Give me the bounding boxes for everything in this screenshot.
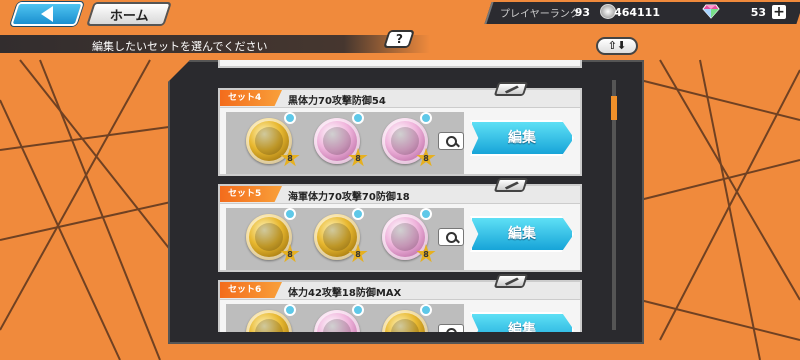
- set-card: セット5 海軍体力70攻撃70防御18 8 8 8 編集: [218, 178, 582, 272]
- medal-slots: 8 8 8: [226, 112, 464, 174]
- slot-info-icon: [352, 304, 364, 316]
- rename-set-button[interactable]: [493, 178, 529, 192]
- set-number-tag: セット5: [220, 186, 282, 202]
- edit-set-button[interactable]: 編集: [470, 216, 574, 252]
- magnify-icon[interactable]: [438, 228, 464, 246]
- player-rank-label: プレイヤーランク: [500, 8, 580, 20]
- edit-set-button[interactable]: 編集: [470, 312, 574, 332]
- slot-info-icon: [284, 304, 296, 316]
- back-arrow-icon: [41, 6, 53, 22]
- set-name: 黒体力70攻撃防御54: [288, 96, 386, 107]
- set-card-header: セット5 海軍体力70攻撃70防御18: [220, 186, 580, 204]
- player-rank-value: 93: [574, 5, 590, 19]
- set-card-header: セット6 体力42攻撃18防御MAX: [220, 282, 580, 300]
- buy-gems-button[interactable]: +: [772, 5, 786, 19]
- set-name: 海軍体力70攻撃70防御18: [288, 192, 410, 203]
- medal-slots: 8 8 8: [226, 304, 464, 332]
- slot-info-icon: [284, 208, 296, 220]
- home-button[interactable]: ホーム: [86, 2, 172, 26]
- help-icon: ?: [395, 32, 403, 46]
- slot-info-icon: [352, 112, 364, 124]
- set-card: セット4 黒体力70攻撃防御54 8 8 8 編集: [218, 82, 582, 176]
- gem-icon: [702, 4, 720, 19]
- gem-count: 53: [750, 5, 766, 19]
- sort-button[interactable]: ⇧⬇: [596, 37, 638, 55]
- medal-slots: 8 8 8: [226, 208, 464, 270]
- slot-info-icon: [352, 208, 364, 220]
- magnify-icon[interactable]: [438, 324, 464, 332]
- slot-info-icon: [420, 112, 432, 124]
- set-list[interactable]: セット4 黒体力70攻撃防御54 8 8 8 編集 セット5 海軍体力70攻撃7…: [218, 60, 612, 332]
- slot-info-icon: [420, 304, 432, 316]
- back-button[interactable]: [10, 2, 84, 26]
- rename-set-button[interactable]: [493, 82, 529, 96]
- set-number-tag: セット6: [220, 282, 282, 298]
- instruction-text: 編集したいセットを選んでください: [92, 40, 268, 53]
- edit-set-button[interactable]: 編集: [470, 120, 574, 156]
- coin-count: 464111: [614, 5, 660, 19]
- magnify-icon[interactable]: [438, 132, 464, 150]
- set-card: セット6 体力42攻撃18防御MAX 8 8 8 編集: [218, 274, 582, 332]
- home-button-label: ホーム: [109, 8, 149, 24]
- set-name: 体力42攻撃18防御MAX: [288, 288, 402, 299]
- previous-set-card-edge: [218, 60, 582, 68]
- set-card-header: セット4 黒体力70攻撃防御54: [220, 90, 580, 108]
- set-number-tag: セット4: [220, 90, 282, 106]
- slot-info-icon: [420, 208, 432, 220]
- slot-info-icon: [284, 112, 296, 124]
- rename-set-button[interactable]: [493, 274, 529, 288]
- scrollbar-thumb[interactable]: [611, 96, 617, 120]
